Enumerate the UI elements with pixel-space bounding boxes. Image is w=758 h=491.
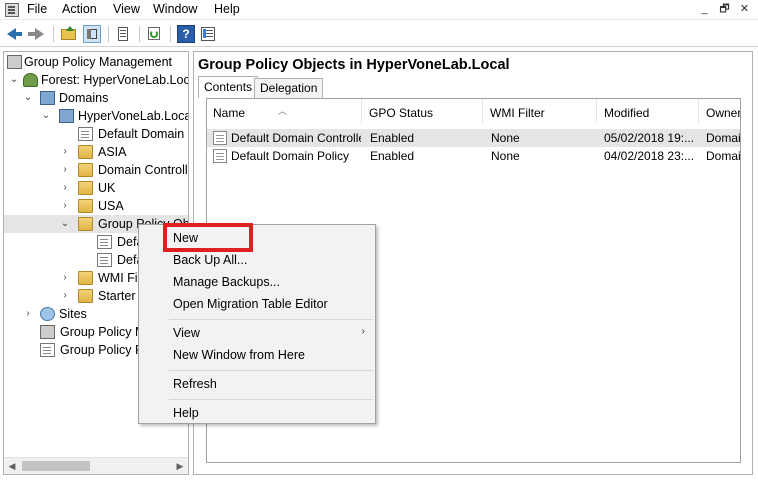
tree-horizontal-scrollbar[interactable]: ◀ ▶ bbox=[4, 457, 188, 474]
menu-separator bbox=[169, 370, 373, 371]
table-row[interactable]: Default Domain Controller... Enabled Non… bbox=[207, 129, 740, 147]
help-icon[interactable]: ? bbox=[177, 25, 195, 43]
domains-icon bbox=[40, 91, 55, 105]
forest-icon bbox=[23, 73, 38, 87]
chevron-right-icon[interactable]: › bbox=[60, 287, 70, 305]
sort-up-icon: ︿ bbox=[278, 106, 288, 116]
gpo-icon bbox=[213, 149, 227, 163]
page-title: Group Policy Objects in HyperVoneLab.Loc… bbox=[198, 57, 510, 73]
sites-icon bbox=[40, 307, 55, 321]
menu-separator bbox=[169, 399, 373, 400]
up-folder-icon[interactable] bbox=[60, 25, 78, 43]
menu-bar: File Action View Window Help _ 🗗 ✕ bbox=[0, 0, 758, 20]
chevron-down-icon[interactable]: ⌄ bbox=[9, 71, 19, 89]
ou-folder-icon bbox=[78, 145, 93, 159]
forward-icon[interactable] bbox=[27, 25, 45, 43]
menu-item-refresh[interactable]: Refresh bbox=[173, 377, 217, 391]
wmi-folder-icon bbox=[78, 271, 93, 285]
domain-icon bbox=[59, 109, 74, 123]
tab-delegation[interactable]: Delegation bbox=[254, 78, 324, 98]
chevron-right-icon[interactable]: › bbox=[60, 269, 70, 287]
column-header-owner[interactable]: Owner bbox=[700, 99, 740, 123]
ou-folder-icon bbox=[78, 163, 93, 177]
ou-folder-icon bbox=[78, 199, 93, 213]
menu-window[interactable]: Window bbox=[153, 2, 197, 16]
scroll-left-icon[interactable]: ◀ bbox=[4, 458, 20, 474]
highlight-box bbox=[163, 223, 253, 252]
menu-item-view[interactable]: View bbox=[173, 326, 200, 340]
show-hide-tree-icon[interactable] bbox=[83, 25, 101, 43]
close-icon[interactable]: ✕ bbox=[736, 1, 753, 18]
menu-action[interactable]: Action bbox=[62, 2, 97, 16]
toolbar-separator bbox=[170, 26, 171, 42]
menu-item-new-window-from-here[interactable]: New Window from Here bbox=[173, 348, 305, 362]
menu-item-backup-all[interactable]: Back Up All... bbox=[173, 253, 247, 267]
column-header-gpo-status[interactable]: GPO Status bbox=[363, 99, 483, 123]
chevron-down-icon[interactable]: ⌄ bbox=[41, 107, 51, 125]
refresh-icon[interactable] bbox=[145, 25, 163, 43]
column-header-wmi-filter[interactable]: WMI Filter bbox=[484, 99, 597, 123]
column-header-modified[interactable]: Modified bbox=[598, 99, 699, 123]
modeling-icon bbox=[40, 325, 55, 339]
menu-help[interactable]: Help bbox=[214, 2, 240, 16]
scroll-right-icon[interactable]: ▶ bbox=[172, 458, 188, 474]
chevron-down-icon[interactable]: ⌄ bbox=[60, 215, 70, 233]
properties-icon[interactable] bbox=[114, 25, 132, 43]
gpo-icon bbox=[97, 253, 112, 267]
context-menu: New Back Up All... Manage Backups... Ope… bbox=[138, 224, 376, 424]
toolbar-separator bbox=[53, 26, 54, 42]
gpo-icon bbox=[97, 235, 112, 249]
chevron-right-icon: › bbox=[361, 326, 365, 337]
starter-gpo-folder-icon bbox=[78, 289, 93, 303]
results-icon bbox=[40, 343, 55, 357]
app-icon[interactable] bbox=[5, 3, 19, 17]
ou-folder-icon bbox=[78, 181, 93, 195]
chevron-right-icon[interactable]: › bbox=[60, 197, 70, 215]
menu-item-help[interactable]: Help bbox=[173, 406, 199, 420]
back-icon[interactable] bbox=[5, 25, 23, 43]
chevron-right-icon[interactable]: › bbox=[60, 143, 70, 161]
menu-separator bbox=[169, 319, 373, 320]
toolbar-separator bbox=[108, 26, 109, 42]
chevron-right-icon[interactable]: › bbox=[23, 305, 33, 323]
gpo-icon bbox=[213, 131, 227, 145]
column-header-name[interactable]: ︿ Name bbox=[207, 99, 362, 123]
gpo-folder-icon bbox=[78, 217, 93, 231]
gpo-link-icon bbox=[78, 127, 93, 141]
restore-icon[interactable]: 🗗 bbox=[716, 1, 733, 18]
export-list-icon[interactable] bbox=[199, 25, 217, 43]
chevron-right-icon[interactable]: › bbox=[60, 179, 70, 197]
tab-contents[interactable]: Contents bbox=[198, 76, 259, 98]
gpm-icon bbox=[7, 55, 22, 69]
chevron-right-icon[interactable]: › bbox=[60, 161, 70, 179]
menu-item-manage-backups[interactable]: Manage Backups... bbox=[173, 275, 280, 289]
menu-view[interactable]: View bbox=[113, 2, 140, 16]
minimize-icon[interactable]: _ bbox=[696, 1, 713, 18]
chevron-down-icon[interactable]: ⌄ bbox=[23, 89, 33, 107]
menu-item-open-migration-table-editor[interactable]: Open Migration Table Editor bbox=[173, 297, 328, 311]
toolbar: ? bbox=[0, 21, 758, 47]
scrollbar-thumb[interactable] bbox=[22, 461, 90, 471]
toolbar-separator bbox=[139, 26, 140, 42]
menu-file[interactable]: File bbox=[27, 2, 47, 16]
table-row[interactable]: Default Domain Policy Enabled None 04/02… bbox=[207, 147, 740, 165]
